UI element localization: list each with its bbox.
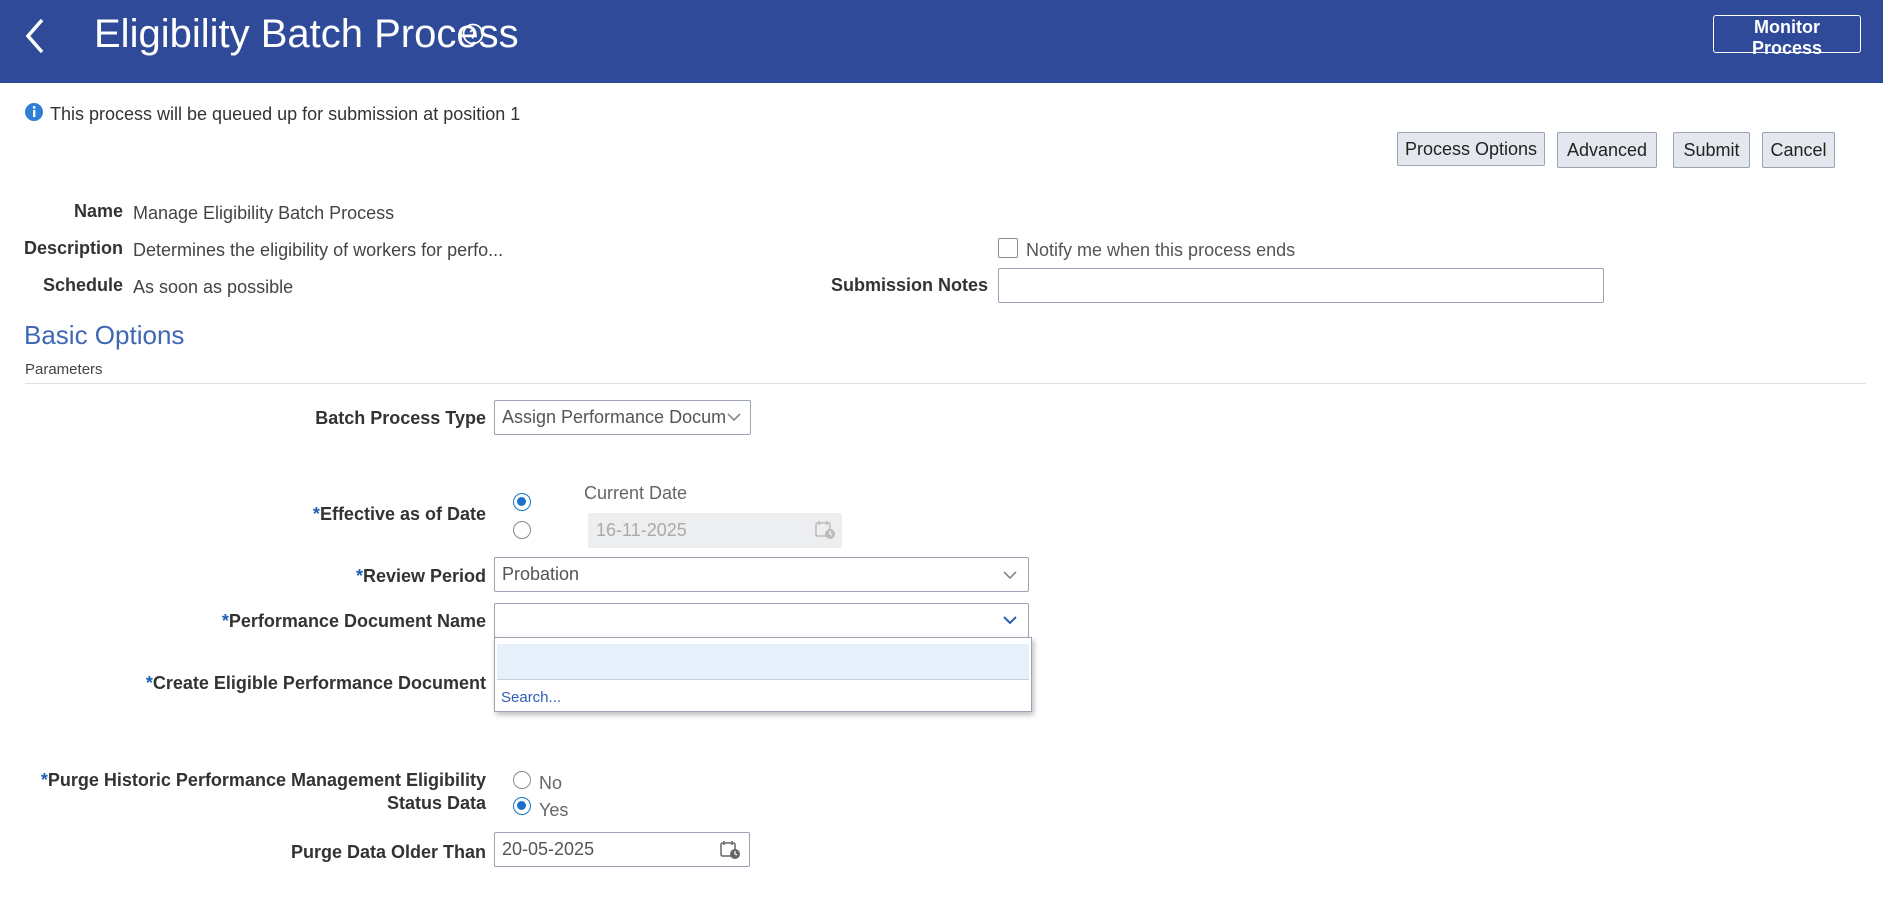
review-period-label-text: Review Period xyxy=(362,566,486,586)
info-icon xyxy=(25,103,43,121)
specific-date-radio[interactable] xyxy=(513,521,531,539)
required-asterisk: * xyxy=(312,504,320,524)
svg-text:?: ? xyxy=(469,27,477,42)
purge-older-than-label: Purge Data Older Than xyxy=(290,842,486,862)
batch-process-type-select[interactable]: Assign Performance Docum xyxy=(494,400,751,435)
description-value: Determines the eligibility of workers fo… xyxy=(133,240,504,260)
review-period-select[interactable]: Probation xyxy=(494,557,1029,592)
performance-document-dropdown: Search... xyxy=(494,637,1032,712)
schedule-label: Schedule xyxy=(42,275,123,295)
description-label: Description xyxy=(23,238,123,258)
purge-older-than-value: 20-05-2025 xyxy=(502,839,595,859)
notify-label: Notify me when this process ends xyxy=(1026,240,1296,260)
section-divider xyxy=(25,383,1866,384)
monitor-process-button[interactable]: Monitor Process xyxy=(1713,15,1861,58)
required-asterisk: * xyxy=(355,566,363,586)
performance-document-label: *Performance Document Name xyxy=(150,611,486,632)
submission-notes-input[interactable] xyxy=(998,268,1604,303)
cancel-button[interactable]: Cancel xyxy=(1762,132,1835,168)
queue-info-message: This process will be queued up for submi… xyxy=(50,104,521,124)
effective-date-value: 16-11-2025 xyxy=(596,520,687,540)
submit-button[interactable]: Submit xyxy=(1673,132,1750,168)
schedule-value: As soon as possible xyxy=(133,277,294,297)
purge-historic-label-line2: Status Data xyxy=(386,793,486,813)
review-period-label: *Review Period xyxy=(200,566,486,587)
purge-no-radio[interactable] xyxy=(513,771,531,789)
required-asterisk: * xyxy=(40,770,48,790)
page-title: Eligibility Batch Process xyxy=(94,12,519,56)
required-asterisk: * xyxy=(145,673,153,693)
create-eligible-doc-label-text: Create Eligible Performance Document xyxy=(152,673,486,693)
help-icon[interactable]: ? xyxy=(462,23,484,45)
name-label: Name xyxy=(73,201,123,221)
process-options-button[interactable]: Process Options xyxy=(1397,132,1545,166)
review-period-value: Probation xyxy=(502,564,580,584)
purge-historic-label-text: Purge Historic Performance Management El… xyxy=(47,770,486,790)
required-asterisk: * xyxy=(221,611,229,631)
performance-document-label-text: Performance Document Name xyxy=(228,611,486,631)
effective-date-label: *Effective as of Date xyxy=(200,504,486,525)
purge-older-than-input[interactable]: 20-05-2025 xyxy=(494,832,750,867)
purge-no-label: No xyxy=(539,773,563,793)
chevron-down-icon[interactable] xyxy=(1002,614,1018,626)
create-eligible-doc-label: *Create Eligible Performance Document xyxy=(100,673,486,694)
notify-checkbox[interactable] xyxy=(998,238,1018,258)
dropdown-empty-option[interactable] xyxy=(497,644,1029,680)
name-value: Manage Eligibility Batch Process xyxy=(133,203,395,223)
purge-yes-label: Yes xyxy=(539,800,569,820)
purge-historic-label: *Purge Historic Performance Management E… xyxy=(40,770,486,791)
dropdown-search-link[interactable]: Search... xyxy=(501,689,561,706)
batch-process-type-value: Assign Performance Docum xyxy=(502,407,727,427)
calendar-icon[interactable] xyxy=(719,840,741,860)
advanced-button[interactable]: Advanced xyxy=(1557,132,1657,168)
section-title: Basic Options xyxy=(24,320,185,350)
parameters-label: Parameters xyxy=(25,361,103,378)
current-date-label: Current Date xyxy=(584,483,688,503)
submission-notes-label: Submission Notes xyxy=(830,275,988,295)
calendar-icon xyxy=(815,521,835,539)
chevron-down-icon[interactable] xyxy=(726,411,742,423)
effective-date-label-text: Effective as of Date xyxy=(319,504,486,524)
back-arrow-icon[interactable] xyxy=(20,16,50,56)
purge-yes-radio[interactable] xyxy=(513,797,531,815)
chevron-down-icon[interactable] xyxy=(1002,569,1018,581)
batch-process-type-label: Batch Process Type xyxy=(315,408,486,428)
current-date-radio[interactable] xyxy=(513,493,531,511)
performance-document-select[interactable] xyxy=(494,603,1029,638)
effective-date-input: 16-11-2025 xyxy=(588,513,842,548)
